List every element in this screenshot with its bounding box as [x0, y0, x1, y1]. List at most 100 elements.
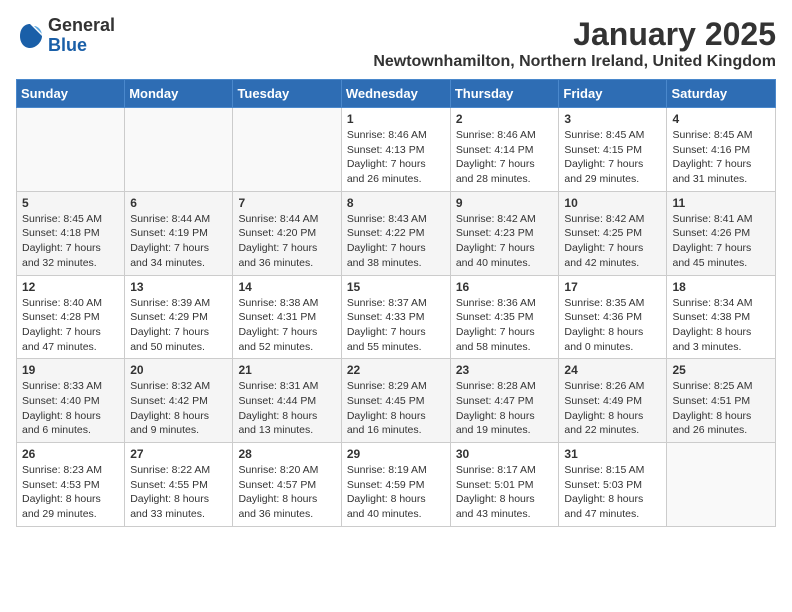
calendar-cell: 14 Sunrise: 8:38 AM Sunset: 4:31 PM Dayli…	[233, 275, 341, 359]
day-info: Sunrise: 8:45 AM Sunset: 4:16 PM Dayligh…	[672, 128, 770, 187]
logo-blue: Blue	[48, 35, 87, 55]
day-number: 31	[564, 447, 661, 461]
day-number: 25	[672, 363, 770, 377]
day-number: 24	[564, 363, 661, 377]
calendar-cell: 5Sunrise: 8:45 AM Sunset: 4:18 PM Daylig…	[17, 191, 125, 275]
calendar-cell	[17, 108, 125, 192]
day-number: 3	[564, 112, 661, 126]
calendar-header-tuesday: Tuesday	[233, 80, 341, 108]
day-info: Sunrise: 8:32 AM Sunset: 4:42 PM Dayligh…	[130, 379, 227, 438]
day-info: Sunrise: 8:29 AM Sunset: 4:45 PM Dayligh…	[347, 379, 445, 438]
calendar-header-thursday: Thursday	[450, 80, 559, 108]
calendar-header-row: SundayMondayTuesdayWednesdayThursdayFrid…	[17, 80, 776, 108]
day-info: Sunrise: 8:42 AM Sunset: 4:25 PM Dayligh…	[564, 212, 661, 271]
day-info: Sunrise: 8:34 AM Sunset: 4:38 PM Dayligh…	[672, 296, 770, 355]
calendar-cell	[125, 108, 233, 192]
calendar-cell: 10 Sunrise: 8:42 AM Sunset: 4:25 PM Dayli…	[559, 191, 667, 275]
day-number: 8	[347, 196, 445, 210]
calendar-cell: 18 Sunrise: 8:34 AM Sunset: 4:38 PM Dayli…	[667, 275, 776, 359]
day-number: 19	[22, 363, 119, 377]
calendar-cell: 30Sunrise: 8:17 AM Sunset: 5:01 PM Dayli…	[450, 443, 559, 527]
day-number: 12	[22, 280, 119, 294]
calendar-cell	[667, 443, 776, 527]
calendar-cell: 27Sunrise: 8:22 AM Sunset: 4:55 PM Dayli…	[125, 443, 233, 527]
calendar-header-friday: Friday	[559, 80, 667, 108]
day-info: Sunrise: 8:45 AM Sunset: 4:15 PM Dayligh…	[564, 128, 661, 187]
calendar-header-wednesday: Wednesday	[341, 80, 450, 108]
day-info: Sunrise: 8:44 AM Sunset: 4:19 PM Dayligh…	[130, 212, 227, 271]
logo-text: General Blue	[48, 16, 115, 56]
calendar-cell: 1 Sunrise: 8:46 AM Sunset: 4:13 PM Daylig…	[341, 108, 450, 192]
calendar-body: 1 Sunrise: 8:46 AM Sunset: 4:13 PM Daylig…	[17, 108, 776, 527]
calendar-cell: 13 Sunrise: 8:39 AM Sunset: 4:29 PM Dayli…	[125, 275, 233, 359]
day-info: Sunrise: 8:44 AM Sunset: 4:20 PM Dayligh…	[238, 212, 335, 271]
calendar-cell: 28Sunrise: 8:20 AM Sunset: 4:57 PM Dayli…	[233, 443, 341, 527]
calendar-week-row: 19 Sunrise: 8:33 AM Sunset: 4:40 PM Dayli…	[17, 359, 776, 443]
calendar-cell: 19 Sunrise: 8:33 AM Sunset: 4:40 PM Dayli…	[17, 359, 125, 443]
calendar-header-saturday: Saturday	[667, 80, 776, 108]
calendar-cell: 7Sunrise: 8:44 AM Sunset: 4:20 PM Daylig…	[233, 191, 341, 275]
day-number: 10	[564, 196, 661, 210]
calendar-table: SundayMondayTuesdayWednesdayThursdayFrid…	[16, 79, 776, 527]
day-info: Sunrise: 8:46 AM Sunset: 4:14 PM Dayligh…	[456, 128, 554, 187]
calendar-week-row: 26Sunrise: 8:23 AM Sunset: 4:53 PM Dayli…	[17, 443, 776, 527]
calendar-header-monday: Monday	[125, 80, 233, 108]
day-info: Sunrise: 8:45 AM Sunset: 4:18 PM Dayligh…	[22, 212, 119, 271]
day-number: 27	[130, 447, 227, 461]
title-block: January 2025 Newtownhamilton, Northern I…	[373, 16, 776, 71]
day-number: 18	[672, 280, 770, 294]
logo-general: General	[48, 15, 115, 35]
day-info: Sunrise: 8:39 AM Sunset: 4:29 PM Dayligh…	[130, 296, 227, 355]
day-number: 1	[347, 112, 445, 126]
calendar-header-sunday: Sunday	[17, 80, 125, 108]
calendar-cell: 17Sunrise: 8:35 AM Sunset: 4:36 PM Dayli…	[559, 275, 667, 359]
calendar-cell: 15Sunrise: 8:37 AM Sunset: 4:33 PM Dayli…	[341, 275, 450, 359]
day-number: 29	[347, 447, 445, 461]
calendar-cell: 22 Sunrise: 8:29 AM Sunset: 4:45 PM Dayli…	[341, 359, 450, 443]
calendar-cell: 16Sunrise: 8:36 AM Sunset: 4:35 PM Dayli…	[450, 275, 559, 359]
day-info: Sunrise: 8:40 AM Sunset: 4:28 PM Dayligh…	[22, 296, 119, 355]
day-number: 11	[672, 196, 770, 210]
location-title: Newtownhamilton, Northern Ireland, Unite…	[373, 53, 776, 71]
calendar-week-row: 1 Sunrise: 8:46 AM Sunset: 4:13 PM Daylig…	[17, 108, 776, 192]
logo: General Blue	[16, 16, 115, 56]
calendar-cell: 9 Sunrise: 8:42 AM Sunset: 4:23 PM Daylig…	[450, 191, 559, 275]
day-info: Sunrise: 8:43 AM Sunset: 4:22 PM Dayligh…	[347, 212, 445, 271]
calendar-cell: 20 Sunrise: 8:32 AM Sunset: 4:42 PM Dayli…	[125, 359, 233, 443]
day-number: 4	[672, 112, 770, 126]
day-number: 22	[347, 363, 445, 377]
day-info: Sunrise: 8:31 AM Sunset: 4:44 PM Dayligh…	[238, 379, 335, 438]
day-info: Sunrise: 8:15 AM Sunset: 5:03 PM Dayligh…	[564, 463, 661, 522]
day-number: 2	[456, 112, 554, 126]
calendar-cell: 21Sunrise: 8:31 AM Sunset: 4:44 PM Dayli…	[233, 359, 341, 443]
calendar-week-row: 12 Sunrise: 8:40 AM Sunset: 4:28 PM Dayli…	[17, 275, 776, 359]
calendar-cell: 29 Sunrise: 8:19 AM Sunset: 4:59 PM Dayli…	[341, 443, 450, 527]
calendar-cell: 31 Sunrise: 8:15 AM Sunset: 5:03 PM Dayli…	[559, 443, 667, 527]
month-title: January 2025	[373, 16, 776, 53]
day-info: Sunrise: 8:37 AM Sunset: 4:33 PM Dayligh…	[347, 296, 445, 355]
day-info: Sunrise: 8:20 AM Sunset: 4:57 PM Dayligh…	[238, 463, 335, 522]
day-info: Sunrise: 8:46 AM Sunset: 4:13 PM Dayligh…	[347, 128, 445, 187]
day-number: 13	[130, 280, 227, 294]
day-info: Sunrise: 8:33 AM Sunset: 4:40 PM Dayligh…	[22, 379, 119, 438]
calendar-cell: 3 Sunrise: 8:45 AM Sunset: 4:15 PM Daylig…	[559, 108, 667, 192]
day-info: Sunrise: 8:25 AM Sunset: 4:51 PM Dayligh…	[672, 379, 770, 438]
day-info: Sunrise: 8:26 AM Sunset: 4:49 PM Dayligh…	[564, 379, 661, 438]
day-info: Sunrise: 8:19 AM Sunset: 4:59 PM Dayligh…	[347, 463, 445, 522]
calendar-cell: 4 Sunrise: 8:45 AM Sunset: 4:16 PM Daylig…	[667, 108, 776, 192]
day-info: Sunrise: 8:41 AM Sunset: 4:26 PM Dayligh…	[672, 212, 770, 271]
day-number: 20	[130, 363, 227, 377]
day-info: Sunrise: 8:28 AM Sunset: 4:47 PM Dayligh…	[456, 379, 554, 438]
day-number: 6	[130, 196, 227, 210]
day-info: Sunrise: 8:38 AM Sunset: 4:31 PM Dayligh…	[238, 296, 335, 355]
day-info: Sunrise: 8:23 AM Sunset: 4:53 PM Dayligh…	[22, 463, 119, 522]
day-number: 14	[238, 280, 335, 294]
calendar-cell: 11 Sunrise: 8:41 AM Sunset: 4:26 PM Dayli…	[667, 191, 776, 275]
day-number: 30	[456, 447, 554, 461]
day-number: 9	[456, 196, 554, 210]
calendar-cell: 6 Sunrise: 8:44 AM Sunset: 4:19 PM Daylig…	[125, 191, 233, 275]
day-info: Sunrise: 8:42 AM Sunset: 4:23 PM Dayligh…	[456, 212, 554, 271]
day-number: 16	[456, 280, 554, 294]
day-number: 17	[564, 280, 661, 294]
calendar-cell	[233, 108, 341, 192]
